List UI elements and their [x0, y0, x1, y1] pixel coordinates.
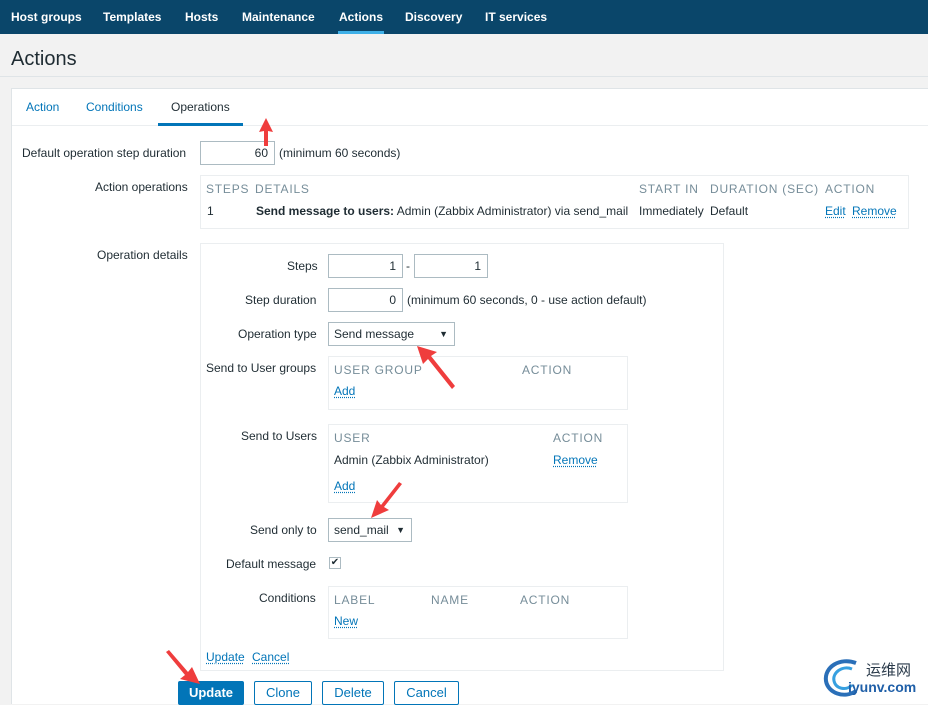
chevron-down-icon: ▼ [439, 329, 448, 339]
operation-edit-link[interactable]: Edit [825, 204, 846, 218]
user-row-name: Admin (Zabbix Administrator) [334, 453, 489, 467]
send-only-to-label: Send only to [250, 523, 317, 537]
user-groups-table: USER GROUP ACTION Add [328, 356, 628, 410]
nav-hosts[interactable]: Hosts [185, 0, 218, 34]
watermark-chinese-text: 运维网 [866, 661, 912, 679]
default-message-label: Default message [226, 557, 317, 571]
nav-discovery[interactable]: Discovery [405, 0, 462, 34]
steps-from-input[interactable]: 1 [328, 254, 403, 278]
nav-maintenance[interactable]: Maintenance [242, 0, 315, 34]
chevron-down-icon: ▼ [396, 525, 405, 535]
th-details: DETAILS [255, 182, 310, 196]
th-duration: DURATION (SEC) [710, 182, 819, 196]
details-update-link[interactable]: Update [206, 650, 245, 664]
cancel-button[interactable]: Cancel [394, 681, 459, 705]
operation-details-bold: Send message to users: [256, 204, 395, 218]
operation-type-select[interactable]: Send message ▼ [328, 322, 455, 346]
user-groups-label: Send to User groups [206, 361, 317, 375]
conditions-label: Conditions [259, 591, 316, 605]
steps-to-input[interactable]: 1 [414, 254, 488, 278]
nav-templates[interactable]: Templates [103, 0, 161, 34]
op-step-duration-hint: (minimum 60 seconds, 0 - use action defa… [407, 293, 647, 307]
operation-details: Send message to users: Admin (Zabbix Adm… [256, 204, 628, 218]
nav-it-services[interactable]: IT services [485, 0, 547, 34]
tab-operations[interactable]: Operations [158, 89, 243, 126]
user-groups-add-link[interactable]: Add [334, 384, 355, 398]
operation-type-value: Send message [334, 327, 415, 341]
th-label: LABEL [334, 593, 376, 607]
th-start-in: START IN [639, 182, 699, 196]
clone-button[interactable]: Clone [254, 681, 312, 705]
default-message-checkbox[interactable]: ✔ [329, 557, 341, 569]
operation-details-rest: Admin (Zabbix Administrator) via send_ma… [394, 204, 629, 218]
th-steps: STEPS [206, 182, 250, 196]
conditions-new-link[interactable]: New [334, 614, 358, 628]
user-remove-link[interactable]: Remove [553, 453, 598, 467]
operation-details-label: Operation details [97, 248, 188, 262]
th-condition-action: ACTION [520, 593, 571, 607]
th-user-group-action: ACTION [522, 363, 573, 377]
nav-host-groups[interactable]: Host groups [11, 0, 82, 34]
steps-separator: - [406, 259, 410, 273]
tab-bar: Action Conditions Operations [12, 89, 928, 126]
top-navigation: Host groups Templates Hosts Maintenance … [0, 0, 928, 34]
step-duration-label: Default operation step duration [22, 146, 187, 160]
th-user-group: USER GROUP [334, 363, 423, 377]
action-operations-label: Action operations [95, 180, 188, 194]
red-arrow-annotation [166, 650, 200, 684]
th-action: ACTION [825, 182, 876, 196]
send-only-to-select[interactable]: send_mail ▼ [328, 518, 412, 542]
th-name: NAME [431, 593, 469, 607]
page-header: Actions [0, 34, 928, 77]
users-label: Send to Users [241, 429, 318, 443]
operation-remove-link[interactable]: Remove [852, 204, 897, 218]
conditions-table: LABEL NAME ACTION New [328, 586, 628, 639]
step-duration-hint: (minimum 60 seconds) [279, 146, 401, 160]
operation-type-label: Operation type [238, 327, 317, 341]
tab-action[interactable]: Action [26, 89, 59, 126]
operation-duration: Default [710, 204, 749, 218]
watermark-logo: 运维网 iyunv.com [822, 655, 928, 700]
watermark-domain-text: iyunv.com [848, 679, 917, 695]
page-title: Actions [11, 48, 77, 70]
users-add-link[interactable]: Add [334, 479, 355, 493]
check-icon: ✔ [330, 557, 340, 568]
red-arrow-annotation [417, 346, 455, 389]
steps-label: Steps [287, 259, 318, 273]
op-step-duration-input[interactable]: 0 [328, 288, 403, 312]
op-step-duration-label: Step duration [245, 293, 317, 307]
details-cancel-link[interactable]: Cancel [252, 650, 289, 664]
delete-button[interactable]: Delete [322, 681, 384, 705]
th-user-action: ACTION [553, 431, 604, 445]
tab-conditions[interactable]: Conditions [86, 89, 143, 126]
th-user: USER [334, 431, 371, 445]
send-only-to-value: send_mail [334, 523, 389, 537]
red-arrow-annotation [371, 482, 402, 518]
nav-actions[interactable]: Actions [338, 0, 385, 34]
red-arrow-annotation [259, 118, 273, 146]
operation-start-in: Immediately [639, 204, 704, 218]
action-operations-table: STEPS DETAILS START IN DURATION (SEC) AC… [200, 175, 909, 229]
operation-steps: 1 [207, 204, 214, 218]
